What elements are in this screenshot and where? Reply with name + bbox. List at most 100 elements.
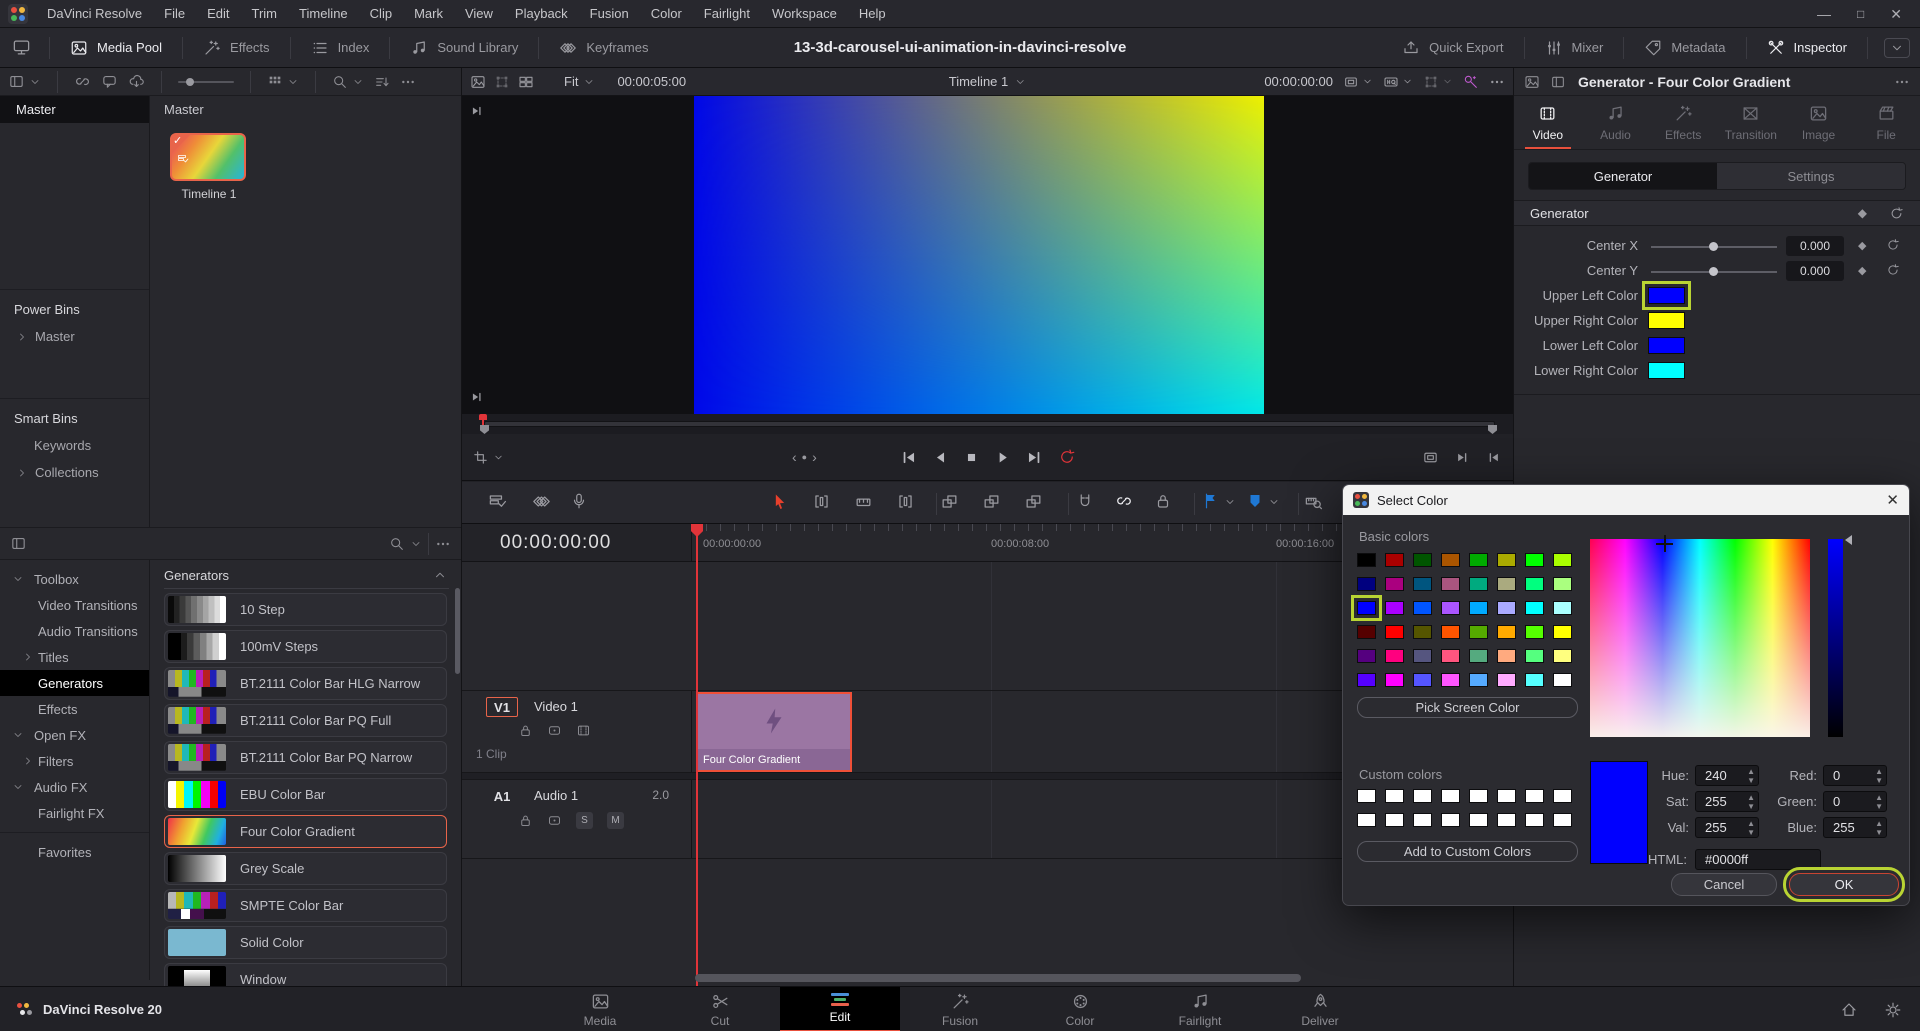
inspector-tab-audio[interactable]: Audio — [1582, 96, 1650, 149]
inspector-tab-video[interactable]: Video — [1514, 96, 1582, 149]
generator-item-bt-2111-color-bar-hlg-narrow[interactable]: BT.2111 Color Bar HLG Narrow — [164, 667, 447, 700]
audio-track-name[interactable]: Audio 1 — [534, 788, 578, 803]
inspector-tab-image[interactable]: Image — [1785, 96, 1853, 149]
page-tab-media[interactable]: Media — [540, 987, 660, 1031]
param-value[interactable]: 0.000 — [1786, 236, 1844, 256]
sidebar-item-titles[interactable]: Titles — [0, 644, 149, 670]
page-tab-edit[interactable]: Edit — [780, 987, 900, 1031]
menu-item-playback[interactable]: Playback — [504, 0, 579, 28]
timeline-thumbnail[interactable]: ✓ — [170, 133, 246, 181]
timeline-playhead[interactable] — [696, 524, 698, 986]
basic-color-swatch[interactable] — [1357, 625, 1376, 639]
timeline-zoom-button[interactable] — [1304, 492, 1323, 511]
sidebar-item-video-transitions[interactable]: Video Transitions — [0, 592, 149, 618]
blue-spinbox[interactable]: 255▲▼ — [1823, 817, 1887, 838]
cancel-button[interactable]: Cancel — [1671, 873, 1777, 896]
basic-color-swatch[interactable] — [1525, 625, 1544, 639]
search-button[interactable] — [332, 74, 364, 90]
viewer-flag-bottom-icon[interactable] — [470, 390, 484, 404]
video-autoselect-icon[interactable] — [547, 723, 562, 738]
section-reset-icon[interactable] — [1889, 206, 1904, 221]
timeline-options-icon[interactable] — [488, 492, 507, 511]
color-swatch-upper-left-color[interactable] — [1648, 287, 1685, 304]
hue-spinbox[interactable]: 240▲▼ — [1695, 765, 1759, 786]
flag-button[interactable] — [1202, 492, 1220, 510]
media-pool-options-icon[interactable] — [400, 74, 416, 90]
generator-item-100mv-steps[interactable]: 100mV Steps — [164, 630, 447, 663]
basic-color-swatch[interactable] — [1525, 577, 1544, 591]
color-swatch-lower-right-color[interactable] — [1648, 362, 1685, 379]
basic-color-swatch[interactable] — [1441, 625, 1460, 639]
dialog-close-icon[interactable]: ✕ — [1886, 491, 1899, 509]
generator-item-solid-color[interactable]: Solid Color — [164, 926, 447, 959]
inspector-tab-effects[interactable]: Effects — [1649, 96, 1717, 149]
sidebar-item-filters[interactable]: Filters — [0, 748, 149, 774]
basic-color-swatch[interactable] — [1385, 601, 1404, 615]
sidebar-item-audio-transitions[interactable]: Audio Transitions — [0, 618, 149, 644]
basic-color-swatch[interactable] — [1413, 577, 1432, 591]
generator-item-10-step[interactable]: 10 Step — [164, 593, 447, 626]
power-bins-header[interactable]: Power Bins — [0, 296, 149, 323]
basic-color-swatch[interactable] — [1357, 601, 1376, 615]
flag-chevron-icon[interactable] — [1224, 492, 1236, 508]
thumbnail-size-slider[interactable] — [178, 81, 234, 83]
panel-toggle-button[interactable] — [8, 73, 41, 90]
menu-item-edit[interactable]: Edit — [196, 0, 240, 28]
menu-item-help[interactable]: Help — [848, 0, 897, 28]
basic-color-swatch[interactable] — [1413, 601, 1432, 615]
transition-presets-icon[interactable] — [532, 492, 551, 511]
audio-autoselect-icon[interactable] — [547, 813, 562, 828]
sound-library-button[interactable]: Sound Library — [396, 28, 532, 67]
color-adjust-icon[interactable] — [1463, 74, 1479, 90]
reset-icon[interactable] — [1886, 263, 1900, 277]
viewer-image-icon[interactable] — [470, 74, 486, 90]
snapping-button[interactable] — [1076, 492, 1094, 510]
page-tab-color[interactable]: Color — [1020, 987, 1140, 1031]
mixer-button[interactable]: Mixer — [1531, 39, 1618, 57]
param-slider-handle[interactable] — [1709, 242, 1718, 251]
menu-item-fusion[interactable]: Fusion — [579, 0, 640, 28]
out-point-handle[interactable] — [1488, 425, 1497, 434]
page-tab-fairlight[interactable]: Fairlight — [1140, 987, 1260, 1031]
basic-color-swatch[interactable] — [1497, 625, 1516, 639]
bin-item-master[interactable]: Master — [0, 96, 149, 123]
add-to-custom-colors-button[interactable]: Add to Custom Colors — [1357, 841, 1578, 862]
cloud-sync-icon[interactable] — [128, 73, 145, 90]
viewer-flag-top-icon[interactable] — [470, 104, 484, 118]
replace-clip-button[interactable] — [1024, 492, 1043, 511]
index-button[interactable]: Index — [297, 28, 384, 67]
trim-edit-mode-button[interactable] — [812, 492, 831, 511]
basic-color-swatch[interactable] — [1497, 601, 1516, 615]
green-spinbox[interactable]: 0▲▼ — [1823, 791, 1887, 812]
basic-color-swatch[interactable] — [1469, 577, 1488, 591]
sidebar-item-favorites[interactable]: Favorites — [0, 839, 149, 865]
screen-layout-button[interactable] — [0, 28, 43, 67]
basic-color-swatch[interactable] — [1357, 553, 1376, 567]
smart-bins-header[interactable]: Smart Bins — [0, 405, 149, 432]
project-manager-home-icon[interactable] — [1840, 1001, 1858, 1019]
basic-color-swatch[interactable] — [1469, 601, 1488, 615]
generator-item-bt-2111-color-bar-pq-full[interactable]: BT.2111 Color Bar PQ Full — [164, 704, 447, 737]
next-marker-icon[interactable] — [1455, 450, 1470, 465]
menu-item-file[interactable]: File — [153, 0, 196, 28]
menu-item-clip[interactable]: Clip — [359, 0, 403, 28]
basic-color-swatch[interactable] — [1497, 649, 1516, 663]
collapse-section-icon[interactable] — [433, 568, 447, 582]
sat-spinbox[interactable]: 255▲▼ — [1695, 791, 1759, 812]
video-track-header[interactable]: V1 Video 1 1 Clip — [462, 691, 692, 772]
menu-item-color[interactable]: Color — [640, 0, 693, 28]
keyframes-button[interactable]: Keyframes — [545, 28, 662, 67]
menu-item-davinci-resolve[interactable]: DaVinci Resolve — [36, 0, 153, 28]
viewer-zoom-select[interactable]: Fit — [564, 74, 595, 89]
section-keyframe-icon[interactable]: ◆ — [1858, 206, 1867, 221]
app-logo-icon[interactable] — [8, 4, 28, 24]
basic-color-swatch[interactable] — [1357, 577, 1376, 591]
insert-clip-button[interactable] — [940, 492, 959, 511]
sidebar-item-fairlight-fx[interactable]: Fairlight FX — [0, 800, 149, 826]
basic-color-swatch[interactable] — [1413, 553, 1432, 567]
go-to-start-button[interactable] — [899, 448, 918, 467]
generators-scrollbar[interactable] — [455, 588, 460, 674]
media-pool-button[interactable]: Media Pool — [56, 28, 176, 67]
viewer-crop-button[interactable] — [472, 449, 504, 466]
inspector-panel-icon[interactable] — [1550, 74, 1566, 90]
